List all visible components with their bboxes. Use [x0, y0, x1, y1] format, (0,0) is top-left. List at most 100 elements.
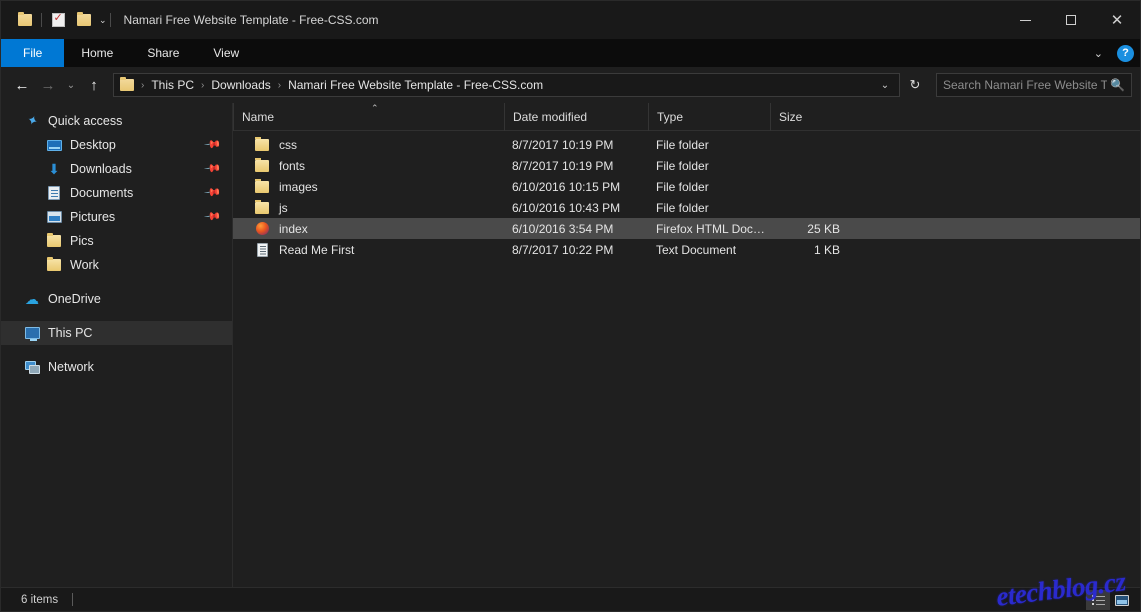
- table-row[interactable]: Read Me First 8/7/2017 10:22 PM Text Doc…: [233, 239, 1140, 260]
- text-file-icon: [254, 242, 270, 258]
- sidebar-label-network: Network: [48, 360, 94, 374]
- sidebar-item-downloads[interactable]: ⬇ Downloads 📌: [1, 157, 232, 181]
- download-icon: ⬇: [45, 161, 63, 177]
- sidebar-label-quick-access: Quick access: [48, 114, 122, 128]
- column-header-size[interactable]: Size: [770, 103, 850, 131]
- sidebar-label-downloads: Downloads: [70, 162, 132, 176]
- cell-name: fonts: [233, 158, 504, 174]
- pin-icon-pictures[interactable]: 📌: [204, 207, 223, 226]
- sidebar-item-work[interactable]: Work: [1, 253, 232, 277]
- tab-file[interactable]: File: [1, 39, 64, 67]
- sidebar-label-desktop: Desktop: [70, 138, 116, 152]
- cell-date-modified: 6/10/2016 10:15 PM: [504, 180, 648, 194]
- folder-icon[interactable]: [12, 8, 38, 32]
- sidebar-item-documents[interactable]: Documents 📌: [1, 181, 232, 205]
- properties-icon[interactable]: [45, 8, 71, 32]
- file-rows: css 8/7/2017 10:19 PM File folder fonts …: [233, 131, 1140, 587]
- sidebar-spacer-2: [1, 311, 232, 321]
- cell-type: File folder: [648, 159, 770, 173]
- chevron-down-icon[interactable]: ⌄: [1090, 47, 1107, 60]
- column-header-name[interactable]: Name: [233, 103, 504, 131]
- ribbon-tab-bar: File Home Share View ⌄ ?: [1, 39, 1140, 67]
- star-pin-icon: ✦: [23, 113, 41, 129]
- table-row[interactable]: fonts 8/7/2017 10:19 PM File folder: [233, 155, 1140, 176]
- sidebar-item-pictures[interactable]: Pictures 📌: [1, 205, 232, 229]
- column-header-row: ⌃ Name Date modified Type Size: [233, 103, 1140, 131]
- cell-name: images: [233, 179, 504, 195]
- forward-button[interactable]: →: [35, 72, 61, 98]
- sidebar-spacer-1: [1, 277, 232, 287]
- file-name: Read Me First: [279, 243, 354, 257]
- details-view-icon[interactable]: [1086, 590, 1110, 610]
- file-name: css: [279, 138, 297, 152]
- minimize-button[interactable]: [1002, 1, 1048, 39]
- search-icon[interactable]: 🔍: [1110, 78, 1125, 92]
- tab-view[interactable]: View: [196, 39, 256, 67]
- pictures-icon: [45, 209, 63, 225]
- folder-icon: [254, 179, 270, 195]
- column-header-type[interactable]: Type: [648, 103, 770, 131]
- cell-date-modified: 6/10/2016 10:43 PM: [504, 201, 648, 215]
- pin-icon-downloads[interactable]: 📌: [204, 159, 223, 178]
- breadcrumb-downloads[interactable]: Downloads: [207, 76, 274, 94]
- address-folder-icon: [120, 79, 134, 91]
- cell-date-modified: 6/10/2016 3:54 PM: [504, 222, 648, 236]
- up-button[interactable]: ↑: [81, 72, 107, 98]
- window-controls: ✕: [1002, 1, 1140, 39]
- table-row[interactable]: images 6/10/2016 10:15 PM File folder: [233, 176, 1140, 197]
- cloud-icon: ☁: [23, 291, 41, 307]
- address-dropdown-icon[interactable]: ⌄: [875, 80, 895, 91]
- table-row[interactable]: css 8/7/2017 10:19 PM File folder: [233, 134, 1140, 155]
- new-folder-icon[interactable]: [71, 8, 97, 32]
- folder-icon-work: [45, 257, 63, 273]
- table-row[interactable]: js 6/10/2016 10:43 PM File folder: [233, 197, 1140, 218]
- refresh-icon[interactable]: ↻: [902, 73, 928, 97]
- sidebar-spacer-3: [1, 345, 232, 355]
- address-bar[interactable]: › This PC › Downloads › Namari Free Webs…: [113, 73, 900, 97]
- cell-name: css: [233, 137, 504, 153]
- navigation-pane: ✦ Quick access Desktop 📌 ⬇ Downloads 📌 D…: [1, 103, 233, 587]
- sidebar-item-pics[interactable]: Pics: [1, 229, 232, 253]
- file-name: images: [279, 180, 318, 194]
- large-icons-view-icon[interactable]: [1110, 590, 1134, 610]
- folder-icon: [254, 158, 270, 174]
- sidebar-label-onedrive: OneDrive: [48, 292, 101, 306]
- search-box[interactable]: 🔍: [936, 73, 1132, 97]
- table-row[interactable]: index 6/10/2016 3:54 PM Firefox HTML Doc…: [233, 218, 1140, 239]
- help-icon[interactable]: ?: [1117, 45, 1134, 62]
- close-button[interactable]: ✕: [1094, 1, 1140, 39]
- breadcrumb-separator-1: ›: [198, 80, 207, 91]
- customize-dropdown-icon[interactable]: ⌄: [99, 16, 107, 25]
- folder-icon: [254, 200, 270, 216]
- pin-icon-documents[interactable]: 📌: [204, 183, 223, 202]
- back-button[interactable]: ←: [9, 72, 35, 98]
- sidebar-item-network[interactable]: Network: [1, 355, 232, 379]
- breadcrumb-separator-0: ›: [138, 80, 147, 91]
- recent-locations-button[interactable]: ⌄: [61, 72, 81, 98]
- sidebar-item-desktop[interactable]: Desktop 📌: [1, 133, 232, 157]
- breadcrumb-separator-2: ›: [275, 80, 284, 91]
- navigation-bar: ← → ⌄ ↑ › This PC › Downloads › Namari F…: [1, 67, 1140, 103]
- column-header-date-modified[interactable]: Date modified: [504, 103, 648, 131]
- tab-share[interactable]: Share: [130, 39, 196, 67]
- search-input[interactable]: [943, 78, 1107, 92]
- file-name: index: [279, 222, 308, 236]
- sidebar-item-this-pc[interactable]: This PC: [1, 321, 232, 345]
- window-title: Namari Free Website Template - Free-CSS.…: [124, 13, 379, 27]
- breadcrumb-current-folder[interactable]: Namari Free Website Template - Free-CSS.…: [284, 76, 547, 94]
- pin-icon-desktop[interactable]: 📌: [204, 135, 223, 154]
- tab-home[interactable]: Home: [64, 39, 130, 67]
- cell-size: 25 KB: [770, 222, 850, 236]
- cell-type: Text Document: [648, 243, 770, 257]
- breadcrumb-this-pc[interactable]: This PC: [147, 76, 198, 94]
- cell-size: 1 KB: [770, 243, 850, 257]
- sort-ascending-icon: ⌃: [371, 103, 379, 114]
- sidebar-item-quick-access[interactable]: ✦ Quick access: [1, 109, 232, 133]
- sidebar-label-documents: Documents: [70, 186, 133, 200]
- maximize-button[interactable]: [1048, 1, 1094, 39]
- cell-type: File folder: [648, 180, 770, 194]
- sidebar-item-onedrive[interactable]: ☁ OneDrive: [1, 287, 232, 311]
- firefox-icon: [254, 221, 270, 237]
- desktop-icon: [45, 137, 63, 153]
- cell-name: index: [233, 221, 504, 237]
